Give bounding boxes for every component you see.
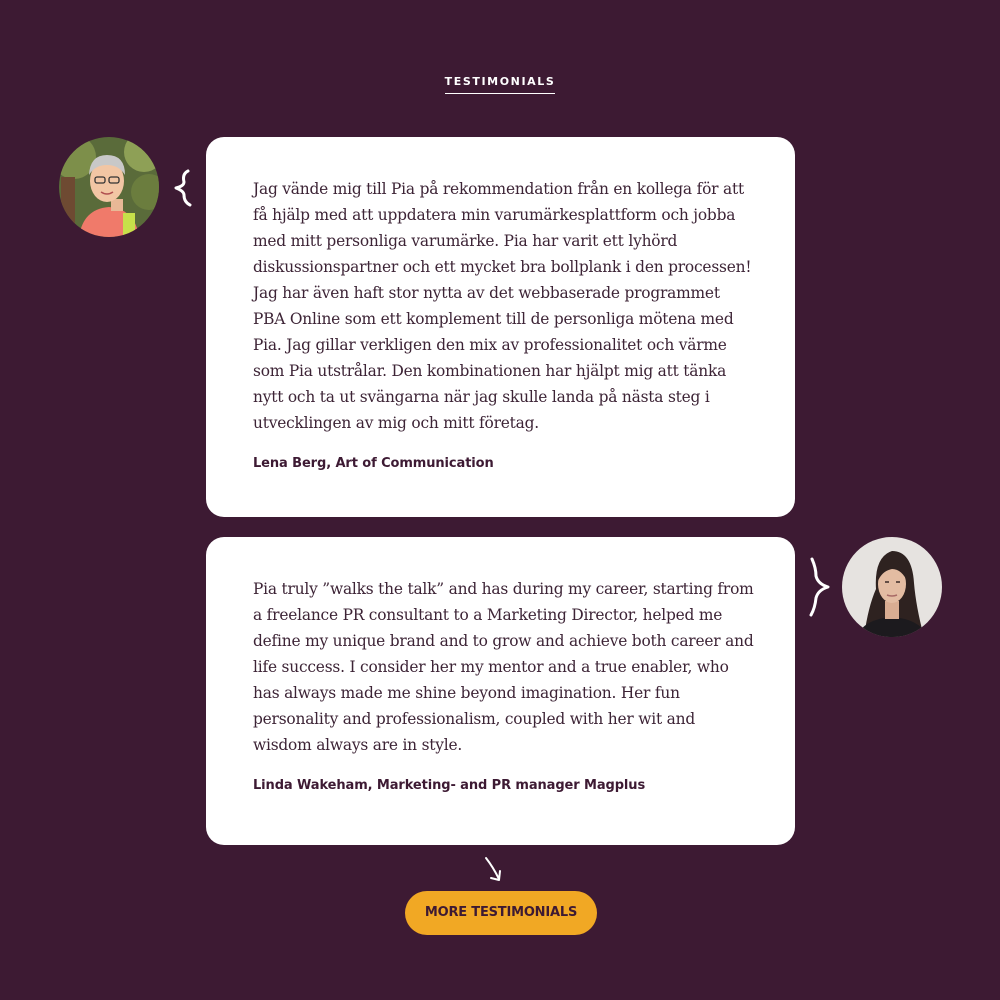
testimonial-card-1: Jag vände mig till Pia på rekommendation… (206, 137, 795, 517)
testimonial-1-avatar (59, 137, 159, 237)
right-bracket-icon (809, 557, 830, 617)
more-testimonials-button[interactable]: MORE TESTIMONIALS (405, 891, 597, 935)
testimonial-card-2: Pia truly ”walks the talk” and has durin… (206, 537, 795, 845)
testimonial-2-quote: Pia truly ”walks the talk” and has durin… (253, 580, 754, 754)
hand-drawn-arrow-down-icon (485, 857, 501, 881)
testimonial-1-quote: Jag vände mig till Pia på rekommendation… (253, 180, 752, 432)
section-heading-label: TESTIMONIALS (444, 75, 556, 94)
testimonial-2-author: Linda Wakeham, Marketing- and PR manager… (253, 778, 646, 793)
testimonial-2-avatar (842, 537, 942, 637)
left-bracket-icon (174, 169, 192, 207)
section-heading: TESTIMONIALS (0, 72, 1000, 94)
testimonial-1-author: Lena Berg, Art of Communication (253, 456, 494, 471)
